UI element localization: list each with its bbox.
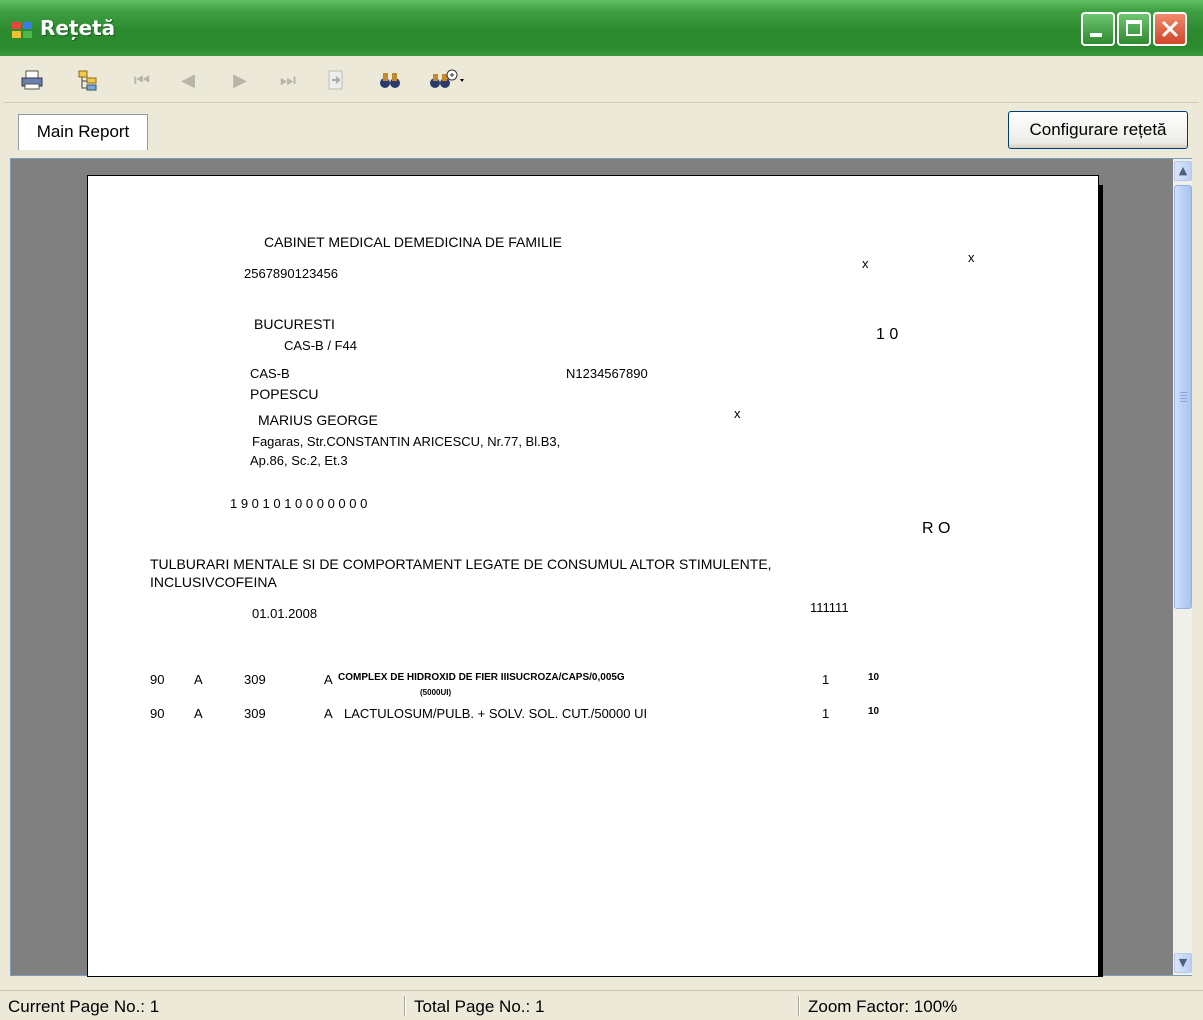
item-cell: 309	[244, 672, 266, 687]
tab-main-report[interactable]: Main Report	[18, 114, 148, 150]
diagnosis-line: INCLUSIVCOFEINA	[150, 574, 277, 590]
close-button[interactable]	[1153, 12, 1187, 46]
item-cell: A	[194, 672, 203, 687]
item-qty: 1	[822, 706, 830, 721]
binoculars-icon	[380, 73, 400, 88]
cas: CAS-B	[250, 366, 290, 381]
country: R O	[922, 520, 951, 537]
maximize-button[interactable]	[1117, 12, 1151, 46]
scroll-thumb[interactable]	[1174, 185, 1192, 609]
clinic-name: CABINET MEDICAL DEMEDICINA DE FAMILIE	[264, 234, 562, 250]
item-name-extra: (5000UI)	[420, 688, 452, 697]
tab-bar: Main Report Configurare rețetă	[4, 104, 1199, 156]
page-shadow	[1099, 185, 1103, 977]
app-icon	[12, 22, 34, 40]
item-qty: 1	[822, 672, 830, 687]
item-days: 10	[868, 672, 880, 683]
group-tree-button[interactable]	[74, 66, 102, 94]
item-cell: 90	[150, 706, 165, 721]
status-bar: Current Page No.: 1 Total Page No.: 1 Zo…	[0, 990, 1203, 1020]
clinic-code: 2567890123456	[244, 266, 338, 281]
window-title: Rețetă	[40, 16, 116, 40]
item-cell: A	[324, 672, 333, 687]
item-cell: A	[194, 706, 203, 721]
next-page-button[interactable]: ▶	[226, 66, 254, 94]
item-name: COMPLEX DE HIDROXID DE FIER IIISUCROZA/C…	[338, 672, 625, 683]
item-days: 10	[868, 706, 880, 717]
close-icon	[1161, 20, 1179, 38]
vertical-scrollbar[interactable]: ▲ ▼	[1173, 159, 1192, 975]
goto-page-button[interactable]	[322, 66, 350, 94]
report-page: CABINET MEDICAL DEMEDICINA DE FAMILIE 25…	[87, 175, 1099, 977]
first-name: MARIUS GEORGE	[258, 412, 378, 428]
address-line: Fagaras, Str.CONSTANTIN ARICESCU, Nr.77,…	[252, 434, 561, 449]
scroll-up-button[interactable]: ▲	[1174, 161, 1192, 181]
report-viewer: CABINET MEDICAL DEMEDICINA DE FAMILIE 25…	[10, 158, 1192, 977]
minimize-icon	[1090, 33, 1102, 37]
current-page-status: Current Page No.: 1	[8, 997, 160, 1016]
diagnosis-line: TULBURARI MENTALE SI DE COMPORTAMENT LEG…	[150, 556, 772, 572]
address-line: Ap.86, Sc.2, Et.3	[250, 453, 348, 468]
x-mark: x	[862, 256, 869, 271]
previous-page-button[interactable]: ◀	[174, 66, 202, 94]
city: BUCURESTI	[254, 316, 335, 332]
title-bar[interactable]: Rețetă	[0, 0, 1203, 56]
date: 01.01.2008	[252, 606, 318, 621]
item-cell: 90	[150, 672, 165, 687]
next-page-icon: ▶	[233, 69, 247, 91]
configure-prescription-button[interactable]: Configurare rețetă	[1008, 111, 1188, 149]
last-page-icon: ⏭	[279, 69, 297, 91]
toolbar: ⏮ ◀ ▶ ⏭	[4, 58, 1199, 103]
first-page-button[interactable]: ⏮	[128, 66, 156, 94]
item-name: LACTULOSUM/PULB. + SOLV. SOL. CUT./50000…	[344, 706, 648, 721]
number-right: 1 0	[876, 326, 899, 343]
previous-page-icon: ◀	[181, 69, 195, 91]
zoom-button[interactable]	[424, 66, 474, 94]
scroll-down-button[interactable]: ▼	[1174, 953, 1192, 973]
cas-code: CAS-B / F44	[284, 338, 357, 353]
minimize-button[interactable]	[1081, 12, 1115, 46]
find-button[interactable]	[376, 66, 404, 94]
item-cell: A	[324, 706, 333, 721]
x-mark: x	[734, 406, 741, 421]
first-page-icon: ⏮	[133, 69, 151, 91]
x-mark: x	[968, 250, 975, 265]
n-code: N1234567890	[566, 366, 648, 381]
chevron-up-icon: ▲	[1178, 164, 1188, 177]
chevron-down-icon: ▼	[1178, 956, 1188, 969]
last-page-button[interactable]: ⏭	[274, 66, 302, 94]
code-right: 111111	[810, 600, 849, 615]
item-cell: 309	[244, 706, 266, 721]
cnp: 1 9 0 1 0 1 0 0 0 0 0 0 0	[230, 496, 368, 511]
tree-icon	[78, 70, 97, 91]
zoom-status: Zoom Factor: 100%	[808, 997, 958, 1016]
goto-page-icon	[328, 70, 343, 90]
last-name: POPESCU	[250, 386, 319, 402]
printer-icon	[21, 70, 43, 90]
report-viewer-window: Rețetă ⏮ ◀ ▶ ⏭ Main Report Configurare r…	[0, 0, 1203, 1020]
print-button[interactable]	[18, 66, 46, 94]
zoom-icon	[430, 69, 464, 88]
total-page-status: Total Page No.: 1	[414, 997, 545, 1016]
maximize-icon	[1126, 20, 1142, 36]
